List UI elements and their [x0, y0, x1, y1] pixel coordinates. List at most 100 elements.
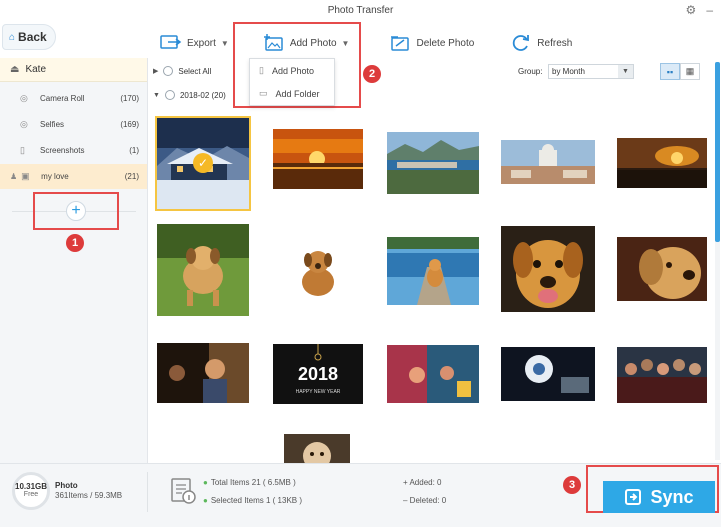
album-count: (169)	[120, 120, 139, 129]
grid-large-icon: ▦	[685, 66, 695, 76]
group-value: by Month	[552, 67, 585, 76]
sidebar-item-selfies[interactable]: ◎ Selfies (169)	[0, 112, 147, 137]
photo-image	[501, 140, 595, 184]
sidebar-item-my-love[interactable]: ♟ ▣ my love (21)	[0, 164, 147, 189]
selected-check-icon: ✓	[193, 153, 213, 173]
refresh-button[interactable]: Refresh	[500, 34, 582, 52]
device-row[interactable]: ⏏ Kate	[0, 58, 147, 82]
category-name: Photo	[55, 481, 78, 490]
total-items-stat: ● Total Items 21 ( 6.5MB )	[203, 478, 296, 487]
new-year-greeting-text: HAPPY NEW YEAR	[296, 389, 341, 395]
photo-thumbnail-sunset-clouds[interactable]	[617, 138, 707, 188]
back-button[interactable]: ⌂ Back	[2, 24, 56, 50]
delete-photo-icon	[391, 36, 410, 51]
export-icon	[160, 35, 182, 49]
photo-thumbnail-hilltop-church[interactable]	[501, 140, 595, 184]
gear-icon[interactable]: ⚙	[686, 3, 697, 17]
group-select[interactable]: by Month ▼	[548, 64, 634, 79]
toolbar: Export ▼ Add Photo ▼ Delete Photo Refres…	[150, 26, 582, 60]
photo-thumbnail-snowy-cabin[interactable]: ✓	[155, 116, 251, 211]
status-bar: 10.31GB Free Photo 361Items / 59.3MB ● To…	[0, 463, 721, 527]
scrollbar[interactable]	[715, 62, 720, 460]
photo-image	[501, 347, 595, 401]
photo-image	[157, 224, 249, 316]
album-name: Camera Roll	[40, 94, 85, 103]
step-marker-1: 1	[66, 234, 84, 252]
photo-thumbnail-animated-movie-scene[interactable]	[387, 345, 479, 403]
selected-items-stat: ● Selected Items 1 ( 13KB )	[203, 496, 302, 505]
chevron-down-icon: ▼	[220, 38, 229, 48]
back-label: Back	[18, 30, 47, 44]
photo-image	[617, 237, 707, 301]
group-label: Group:	[518, 67, 543, 76]
grid-small-icon: ▪▪	[666, 66, 674, 77]
collapse-icon[interactable]: ▼	[153, 92, 160, 99]
new-year-year-text: 2018	[298, 364, 338, 384]
menu-item-add-photo[interactable]: ▯ Add Photo	[250, 59, 334, 82]
divider	[147, 472, 148, 512]
album-name: my love	[41, 172, 69, 181]
minus-icon: –	[403, 496, 410, 505]
storage-free-gb: 10.31GB	[15, 482, 48, 491]
expand-icon[interactable]: ▶	[153, 67, 158, 75]
photo-image	[284, 434, 350, 463]
large-grid-view-button[interactable]: ▦	[680, 63, 700, 80]
folder-icon: ▭	[259, 88, 268, 98]
album-name: Selfies	[40, 120, 65, 129]
photo-thumbnail-robot-movie[interactable]	[501, 347, 595, 401]
menu-item-label: Add Folder	[275, 88, 320, 99]
photo-thumbnail-golden-retriever[interactable]	[617, 237, 707, 301]
add-photo-menu: ▯ Add Photo ▭ Add Folder	[249, 58, 335, 106]
eject-icon: ⏏	[10, 64, 20, 75]
phone-icon: ▯	[20, 145, 25, 155]
deleted-stat: – Deleted: 0	[403, 496, 446, 505]
photo-grid-area: ▶ Select All Group: by Month ▼ ▪▪ ▦ ▼ 20…	[149, 58, 715, 463]
status-dot: ●	[203, 478, 208, 487]
photo-image: 2018 HAPPY NEW YEAR	[273, 344, 363, 404]
step-marker-3: 3	[563, 476, 581, 494]
photo-image	[617, 138, 707, 188]
album-count: (1)	[129, 146, 139, 155]
delete-photo-label: Delete Photo	[416, 37, 475, 49]
add-album-button[interactable]: +	[66, 201, 86, 221]
photo-thumbnail-movie-scene-boy[interactable]	[157, 343, 249, 403]
album-name: Screenshots	[40, 146, 85, 155]
photo-thumbnail-running-puppy[interactable]	[157, 224, 249, 316]
photo-thumbnail-smiling-dog[interactable]	[501, 226, 595, 312]
sync-button[interactable]: Sync	[603, 481, 715, 513]
photo-thumbnail-sitting-puppy[interactable]	[273, 238, 363, 302]
date-group-label: 2018-02 (20)	[179, 90, 226, 100]
photo-thumbnail-superhero-group[interactable]	[617, 347, 707, 403]
photo-thumbnail-dog-on-pier[interactable]	[387, 237, 479, 305]
small-grid-view-button[interactable]: ▪▪	[660, 63, 680, 80]
photo-thumbnail-puppy-partial[interactable]	[284, 434, 350, 463]
menu-item-add-folder[interactable]: ▭ Add Folder	[250, 82, 334, 105]
photo-image	[617, 347, 707, 403]
sync-label: Sync	[650, 486, 694, 507]
select-all-checkbox[interactable]	[163, 66, 174, 76]
photo-image	[501, 226, 595, 312]
person-icon: ♟	[10, 172, 18, 181]
sync-icon	[625, 489, 642, 505]
export-button[interactable]: Export ▼	[150, 34, 239, 52]
storage-free-label: Free	[23, 491, 39, 498]
export-label: Export	[187, 37, 216, 49]
photo-thumbnail-orange-sunset[interactable]	[273, 129, 363, 189]
file-icon: ▯	[259, 65, 264, 75]
minimize-icon[interactable]: –	[706, 3, 713, 17]
device-name: Kate	[25, 64, 47, 75]
album-count: (21)	[124, 172, 139, 181]
scrollbar-thumb[interactable]	[715, 62, 720, 242]
sidebar-item-screenshots[interactable]: ▯ Screenshots (1)	[0, 138, 147, 163]
refresh-label: Refresh	[537, 37, 573, 49]
sidebar-item-camera-roll[interactable]: ◎ Camera Roll (170)	[0, 86, 147, 111]
highlight-box-add-album: +	[33, 192, 119, 230]
home-icon: ⌂	[9, 31, 16, 43]
menu-item-label: Add Photo	[271, 65, 314, 76]
window-controls: ⚙ –	[686, 3, 713, 17]
photo-thumbnail-2018-happy-new-year[interactable]: 2018 HAPPY NEW YEAR	[273, 344, 363, 404]
view-toggle: ▪▪ ▦	[660, 63, 700, 80]
delete-photo-button[interactable]: Delete Photo	[379, 34, 484, 52]
date-group-checkbox[interactable]	[164, 90, 175, 100]
photo-thumbnail-coastal-city[interactable]	[387, 132, 479, 194]
